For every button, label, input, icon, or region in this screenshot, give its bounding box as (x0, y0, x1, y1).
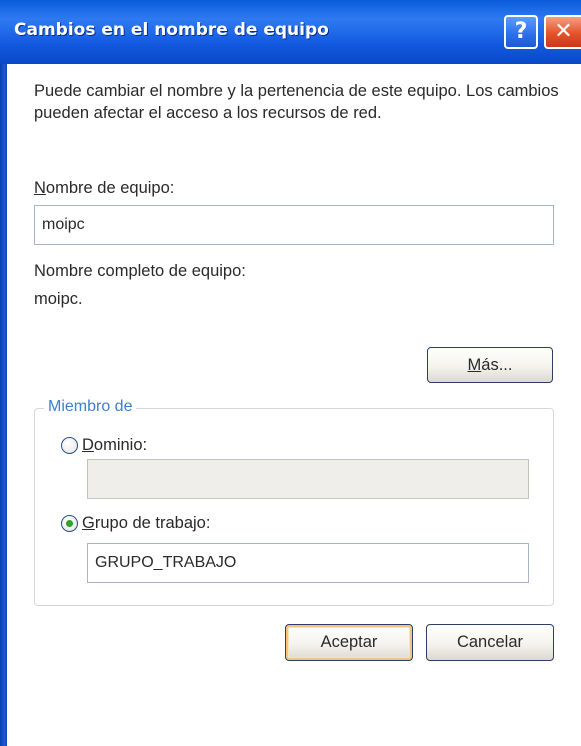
workgroup-radio[interactable] (61, 515, 78, 532)
help-icon: ? (514, 19, 528, 44)
domain-label[interactable]: Dominio: (82, 436, 147, 455)
domain-input[interactable] (87, 459, 529, 499)
workgroup-input[interactable]: GRUPO_TRABAJO (87, 543, 529, 583)
dialog-window: Cambios en el nombre de equipo ? ✕ Puede… (0, 0, 581, 746)
description-text: Puede cambiar el nombre y la pertenencia… (34, 82, 559, 122)
computer-name-input[interactable]: moipc (34, 205, 554, 245)
close-button[interactable]: ✕ (544, 15, 581, 49)
full-name-value: moipc. (34, 290, 83, 308)
title-bar[interactable]: Cambios en el nombre de equipo ? ✕ (0, 0, 581, 64)
radio-selected-dot (66, 520, 73, 527)
domain-radio[interactable] (61, 437, 78, 454)
more-button-label-rest: ás... (481, 356, 513, 374)
domain-mnemonic: D (82, 436, 94, 454)
workgroup-mnemonic: G (82, 514, 95, 532)
more-button[interactable]: Más... (427, 347, 553, 383)
cancel-button[interactable]: Cancelar (426, 624, 554, 661)
workgroup-label-rest: rupo de trabajo: (94, 514, 211, 532)
help-button[interactable]: ? (504, 15, 538, 49)
computer-name-mnemonic: N (34, 179, 46, 197)
close-icon: ✕ (554, 19, 573, 44)
workgroup-label[interactable]: Grupo de trabajo: (82, 514, 210, 533)
more-button-mnemonic: M (467, 356, 482, 374)
computer-name-label-rest: ombre de equipo: (45, 179, 175, 197)
member-of-legend: Miembro de (44, 398, 137, 416)
ok-button[interactable]: Aceptar (285, 624, 413, 661)
domain-label-rest: ominio: (93, 436, 148, 454)
computer-name-label: Nombre de equipo: (34, 179, 174, 198)
full-name-label: Nombre completo de equipo: (34, 262, 246, 280)
window-title: Cambios en el nombre de equipo (14, 20, 329, 40)
window-left-border (0, 64, 7, 746)
